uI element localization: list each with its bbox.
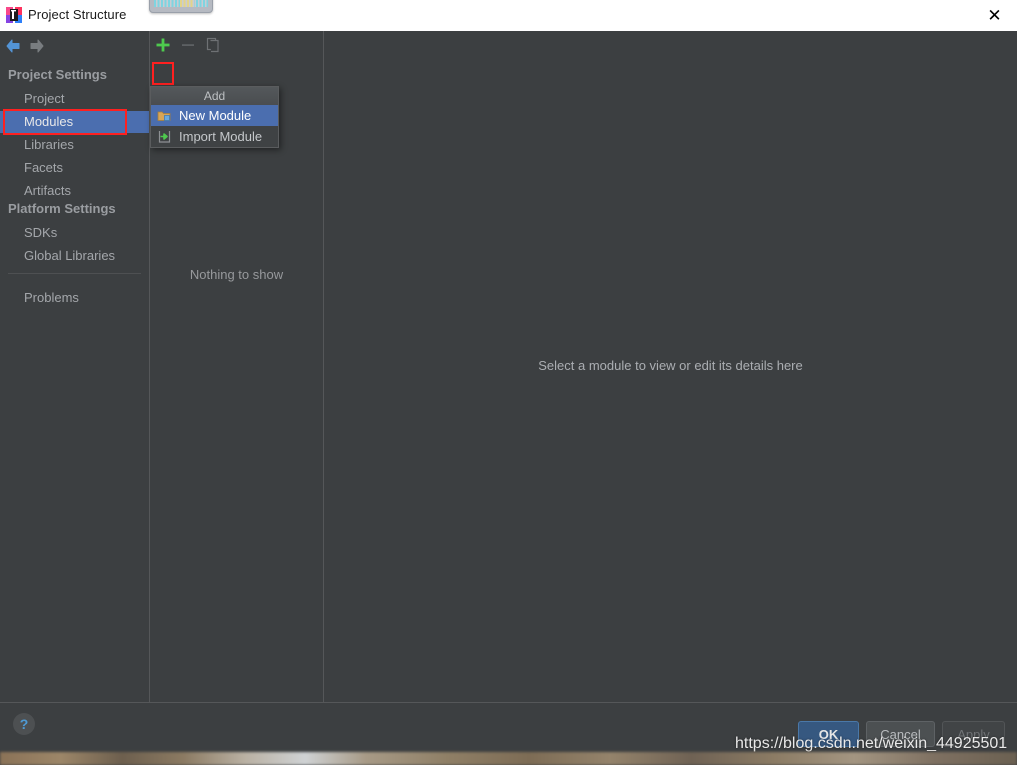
sidebar-item-problems[interactable]: Problems [0,287,149,309]
sidebar-item-modules[interactable]: Modules [0,111,149,133]
memory-indicator-widget [149,0,213,13]
settings-sidebar: Project Settings Project Modules Librari… [0,31,150,702]
menu-item-new-module[interactable]: New Module [151,105,278,126]
project-structure-dialog: Project Structure ✕ [0,0,1017,765]
minus-icon [178,35,198,55]
intellij-idea-icon [6,7,22,23]
close-icon[interactable]: ✕ [972,0,1017,31]
watermark-text: https://blog.csdn.net/weixin_44925501 [735,735,1007,753]
modules-empty-text: Nothing to show [150,267,323,282]
sidebar-item-project[interactable]: Project [0,88,149,110]
arrow-right-icon[interactable] [27,37,47,55]
import-arrow-icon [157,129,172,144]
desktop-background-strip [0,752,1017,765]
arrow-left-icon[interactable] [3,37,23,55]
new-folder-icon [157,108,172,123]
navigation-arrows [0,33,149,59]
sidebar-item-facets[interactable]: Facets [0,157,149,179]
menu-item-import-module[interactable]: Import Module [151,126,278,147]
module-details-panel: Select a module to view or edit its deta… [324,31,1017,702]
popup-menu-header: Add [151,87,278,105]
plus-icon[interactable] [153,35,173,55]
title-bar: Project Structure ✕ [0,0,1017,32]
module-details-empty-text: Select a module to view or edit its deta… [324,358,1017,373]
add-popup-menu: Add New Module Import Module [150,86,279,148]
sidebar-item-sdks[interactable]: SDKs [0,222,149,244]
help-icon[interactable]: ? [13,713,35,735]
sidebar-item-global-libraries[interactable]: Global Libraries [0,245,149,267]
sidebar-group-project-settings: Project Settings [8,67,107,82]
copy-icon [203,35,223,55]
modules-toolbar [150,31,323,58]
sidebar-item-libraries[interactable]: Libraries [0,134,149,156]
sidebar-group-platform-settings: Platform Settings [8,201,116,216]
sidebar-divider [8,273,141,274]
menu-item-new-module-label: New Module [179,108,251,123]
memory-bars-warm [180,0,194,7]
sidebar-item-artifacts[interactable]: Artifacts [0,180,149,202]
menu-item-import-module-label: Import Module [179,129,262,144]
dialog-body: Project Settings Project Modules Librari… [0,31,1017,752]
window-title: Project Structure [28,7,127,22]
